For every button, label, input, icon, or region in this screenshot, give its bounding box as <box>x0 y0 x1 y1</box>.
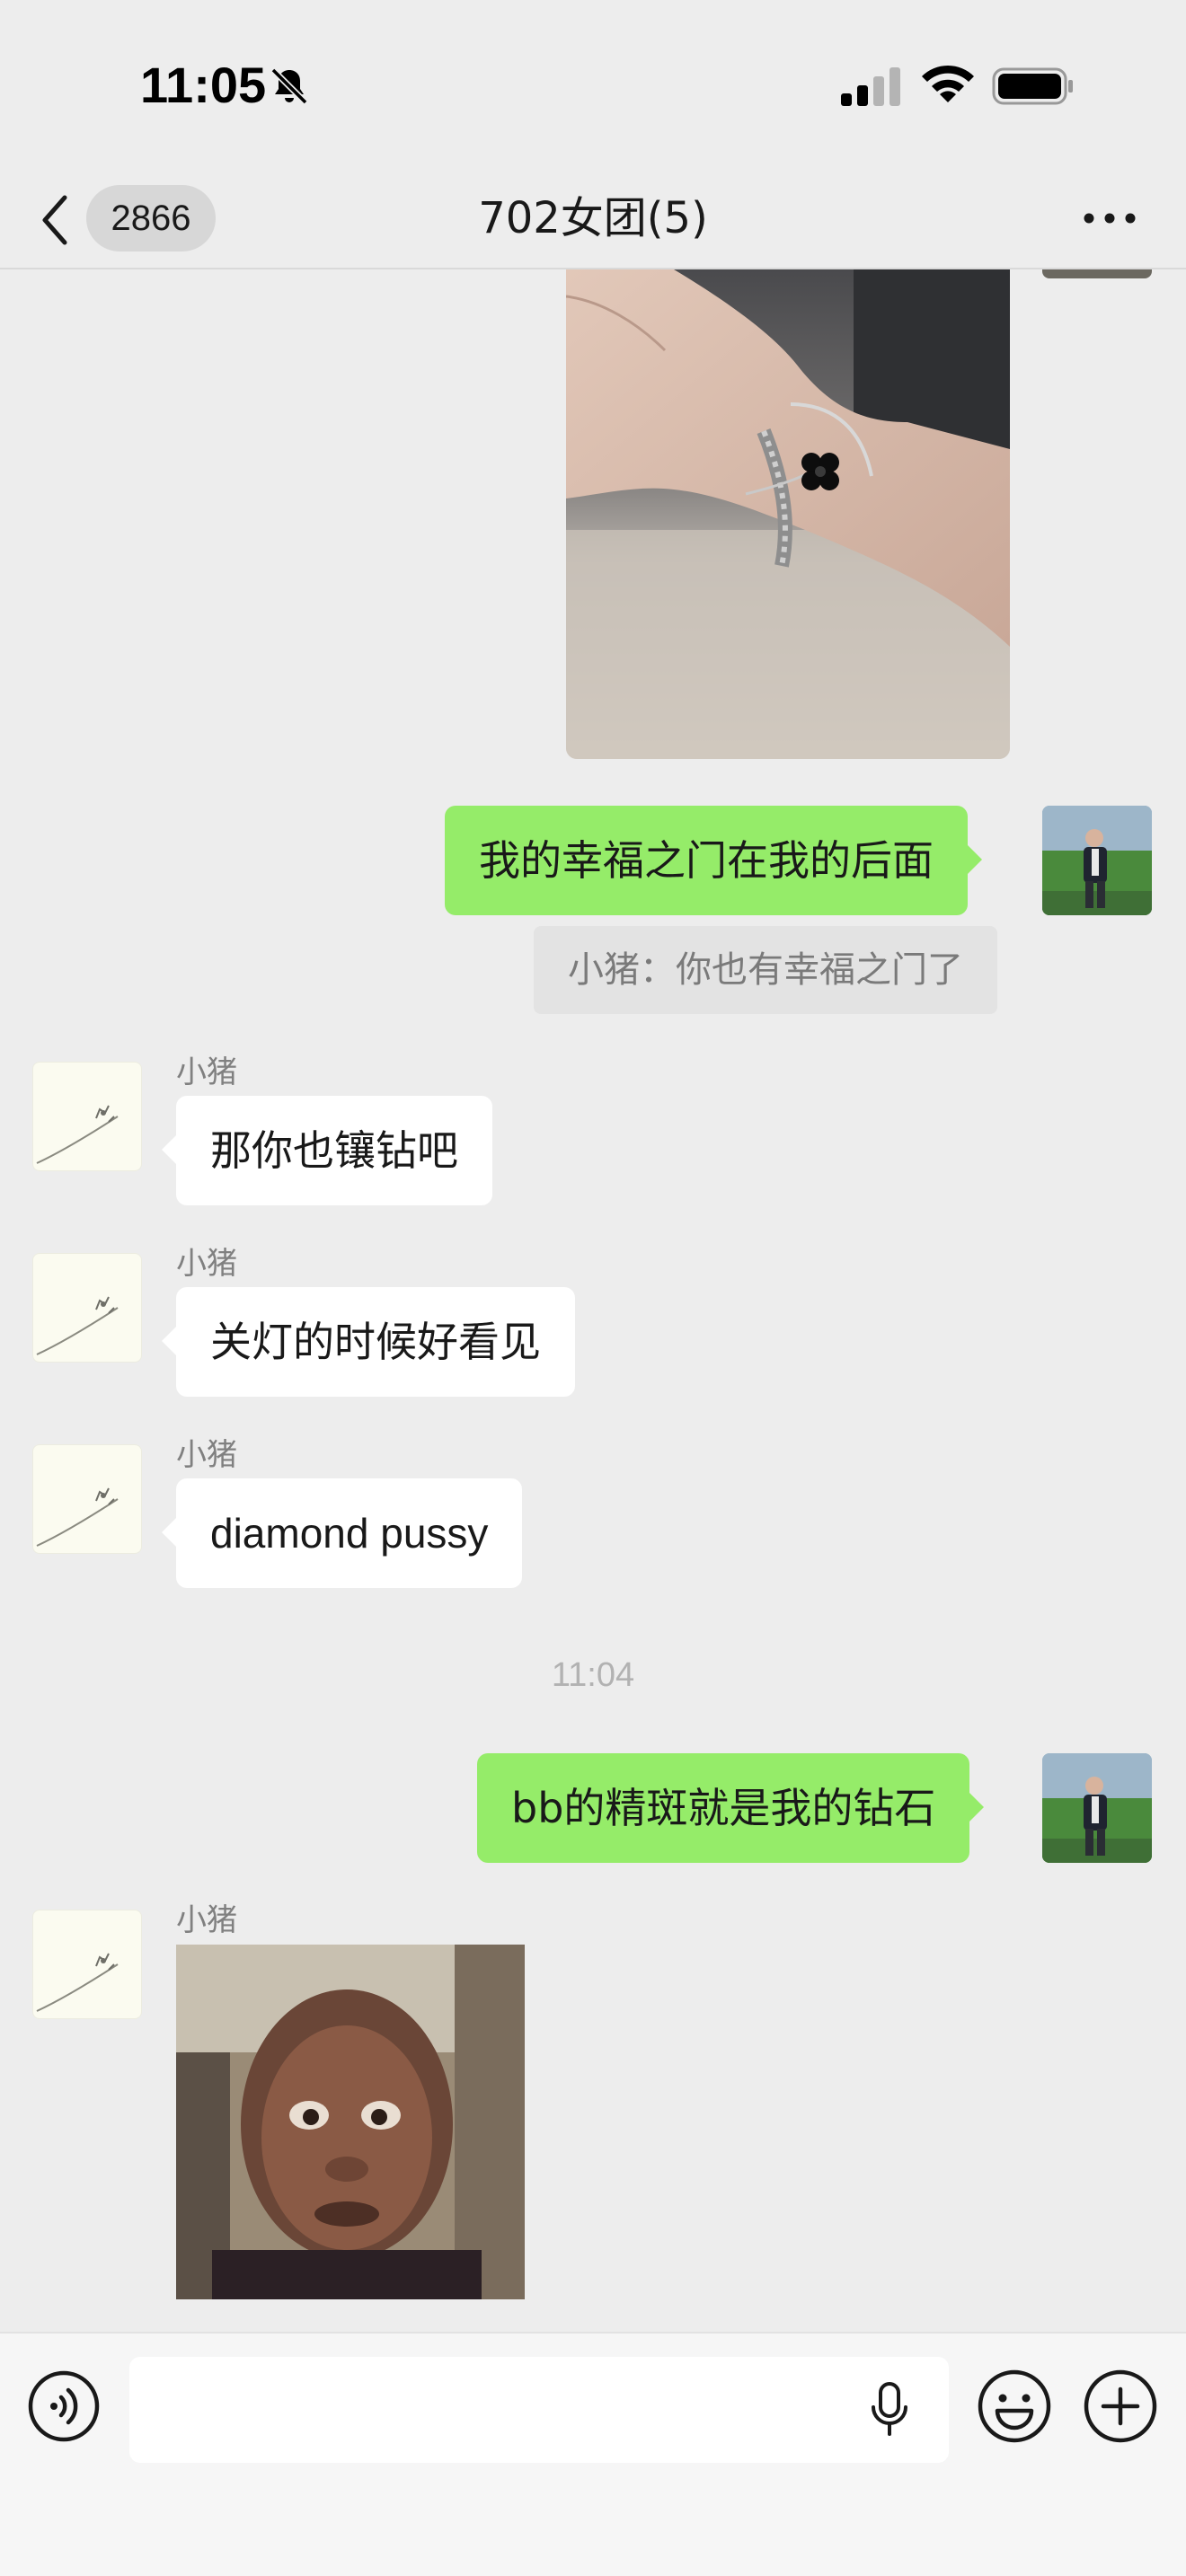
avatar-xiaozhu[interactable] <box>32 1062 142 1171</box>
chat-header: 2866 702女团(5) <box>0 171 1186 269</box>
microphone-icon[interactable] <box>864 2380 915 2439</box>
battery-icon <box>992 67 1073 105</box>
message-bubble-outgoing[interactable]: 我的幸福之门在我的后面 <box>445 806 982 915</box>
time-divider: 11:04 <box>551 1656 635 1694</box>
sender-name: 小猪 <box>176 1054 237 1090</box>
sketch-avatar-image <box>36 1296 119 1355</box>
sender-name: 小猪 <box>176 1246 237 1282</box>
cellular-signal-icon <box>841 67 900 106</box>
avatar-xiaozhu[interactable] <box>32 1910 142 2019</box>
meme-photo <box>176 1945 525 2299</box>
sketch-avatar-image <box>36 1487 119 1547</box>
message-bubble-outgoing[interactable]: bb的精斑就是我的钻石 <box>477 1753 985 1863</box>
input-bar <box>0 2332 1186 2576</box>
image-message-meme[interactable] <box>176 1945 525 2299</box>
quoted-message[interactable]: 小猪：你也有幸福之门了 <box>534 926 997 1014</box>
avatar-xiaozhu[interactable] <box>32 1253 142 1363</box>
sender-name: 小猪 <box>176 1902 237 1938</box>
message-list[interactable]: 我的幸福之门在我的后面 小猪：你也有幸福之门了 小猪 那你也镶钻吧 小猪 关灯的… <box>0 269 1186 2332</box>
message-bubble-incoming[interactable]: diamond pussy <box>161 1478 523 1588</box>
chat-screen: 11:05 2866 702女团(5) 我的幸福之门在我的后面 小猪：你也有幸福… <box>0 0 1186 2576</box>
sketch-avatar-image <box>36 1105 119 1164</box>
avatar-self[interactable] <box>1042 1753 1152 1863</box>
avatar-self[interactable] <box>1042 806 1152 915</box>
person-photo <box>1042 806 1152 915</box>
message-bubble-incoming[interactable]: 那你也镶钻吧 <box>162 1096 492 1205</box>
wifi-icon <box>922 65 974 102</box>
voice-icon[interactable] <box>27 2369 101 2443</box>
person-photo <box>1042 1753 1152 1863</box>
avatar-self-partial[interactable] <box>1042 269 1152 278</box>
emoji-icon[interactable] <box>976 2368 1053 2445</box>
bell-slash-icon <box>270 67 308 105</box>
bracelet-photo <box>566 269 1010 759</box>
status-time: 11:05 <box>140 57 267 113</box>
unread-count-badge[interactable]: 2866 <box>86 185 216 251</box>
sketch-avatar-image <box>36 1953 119 2012</box>
message-bubble-incoming[interactable]: 关灯的时候好看见 <box>162 1287 575 1397</box>
sender-name: 小猪 <box>176 1437 237 1473</box>
plus-icon[interactable] <box>1082 2368 1159 2445</box>
image-message-bracelet[interactable] <box>566 269 1010 759</box>
status-bar: 11:05 <box>0 0 1186 171</box>
more-icon[interactable] <box>1078 196 1141 241</box>
chat-title: 702女团(5) <box>478 193 708 243</box>
message-input[interactable] <box>129 2357 949 2463</box>
chevron-left-icon[interactable] <box>36 189 75 251</box>
avatar-xiaozhu[interactable] <box>32 1444 142 1554</box>
